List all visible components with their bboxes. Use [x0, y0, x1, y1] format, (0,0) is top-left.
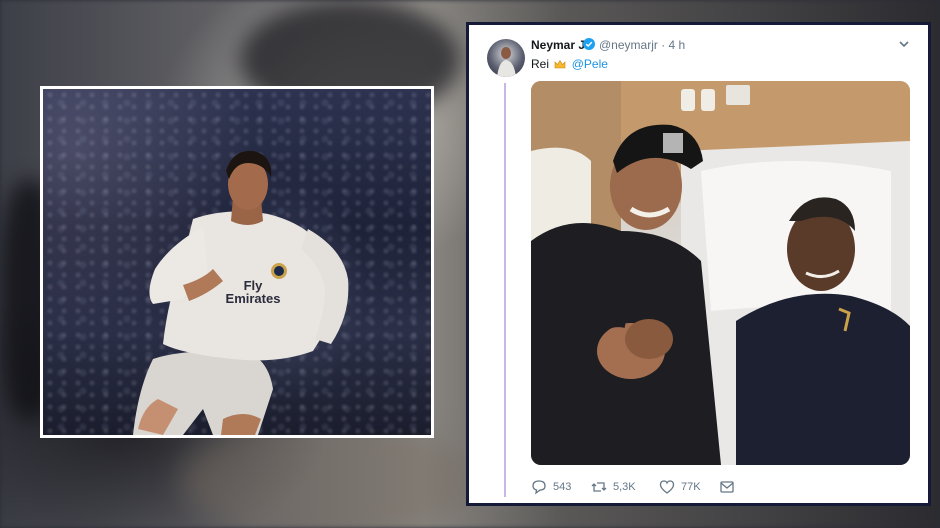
- reply-count: 543: [553, 481, 572, 493]
- verified-badge-icon: [583, 38, 595, 50]
- sponsor-line-2: Emirates: [225, 291, 281, 306]
- avatar[interactable]: [487, 39, 525, 77]
- player-illustration: [133, 150, 349, 435]
- retweet-button[interactable]: 5,3K: [591, 479, 636, 495]
- crown-emoji-icon: [555, 59, 566, 69]
- like-icon: [659, 480, 675, 494]
- tweet-text: Rei @Pele: [531, 57, 608, 71]
- tweet-actions: 543 5,3K 77K: [531, 479, 911, 499]
- like-count: 77K: [681, 481, 701, 493]
- tweet-photo[interactable]: [531, 81, 910, 465]
- direct-message-button[interactable]: [719, 479, 735, 495]
- author-name[interactable]: Neymar Jr: [531, 38, 590, 52]
- reply-button[interactable]: 543: [531, 479, 571, 495]
- hospital-photo: [531, 81, 910, 465]
- direct-message-icon: [720, 481, 734, 493]
- tweet-card[interactable]: Neymar Jr @neymarjr · 4 h Rei @Pele 543 …: [466, 22, 931, 506]
- reply-icon: [532, 480, 546, 495]
- mention-link[interactable]: @Pele: [572, 57, 608, 71]
- chevron-down-icon[interactable]: [898, 39, 910, 49]
- player-photo: Fly Emirates: [40, 86, 434, 438]
- handle-and-time[interactable]: @neymarjr · 4 h: [599, 38, 685, 52]
- tweet-text-word: Rei: [531, 57, 550, 71]
- retweet-icon: [591, 482, 607, 492]
- like-button[interactable]: 77K: [659, 479, 701, 495]
- thread-line: [504, 83, 506, 497]
- retweet-count: 5,3K: [613, 481, 636, 493]
- jersey-sponsor: Fly Emirates: [218, 279, 288, 305]
